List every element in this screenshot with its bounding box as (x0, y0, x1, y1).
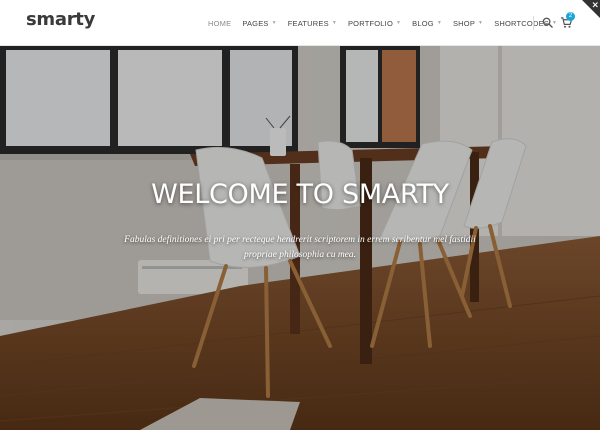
site-header: smarty HOME PAGES ▼ FEATURES ▼ PORTFOLIO… (0, 0, 600, 46)
chevron-down-icon: ▼ (436, 20, 442, 26)
nav-item-features[interactable]: FEATURES ▼ (288, 19, 337, 28)
nav-item-home[interactable]: HOME (208, 19, 231, 28)
site-logo[interactable]: smarty (26, 9, 95, 30)
hero-title: WELCOME TO SMARTY (151, 179, 449, 210)
chevron-down-icon: ▼ (478, 20, 484, 26)
chevron-down-icon: ▼ (331, 20, 337, 26)
hero-slider: WELCOME TO SMARTY Fabulas definitiones e… (0, 46, 600, 430)
nav-item-pages[interactable]: PAGES ▼ (242, 19, 276, 28)
close-icon[interactable] (582, 0, 600, 18)
nav-item-blog[interactable]: BLOG ▼ (412, 19, 442, 28)
nav-item-label: PAGES (242, 18, 269, 28)
main-nav: HOME PAGES ▼ FEATURES ▼ PORTFOLIO ▼ BLOG… (208, 0, 568, 46)
nav-item-portfolio[interactable]: PORTFOLIO ▼ (348, 19, 401, 28)
nav-item-label: SHOP (452, 18, 476, 28)
chevron-down-icon: ▼ (396, 20, 402, 26)
nav-item-label: HOME (208, 18, 232, 28)
nav-divider (533, 16, 534, 30)
nav-item-label: PORTFOLIO (347, 18, 393, 28)
nav-item-shop[interactable]: SHOP ▼ (453, 19, 483, 28)
nav-item-label: BLOG (412, 18, 434, 28)
chevron-down-icon: ▼ (271, 20, 277, 26)
nav-item-label: FEATURES (287, 18, 329, 28)
search-icon[interactable] (542, 17, 553, 28)
nav-item-label: SHORTCODES (494, 18, 549, 28)
hero-subtitle: Fabulas definitiones ei pri per recteque… (124, 235, 476, 260)
cart-count-badge: 2 (566, 12, 575, 21)
